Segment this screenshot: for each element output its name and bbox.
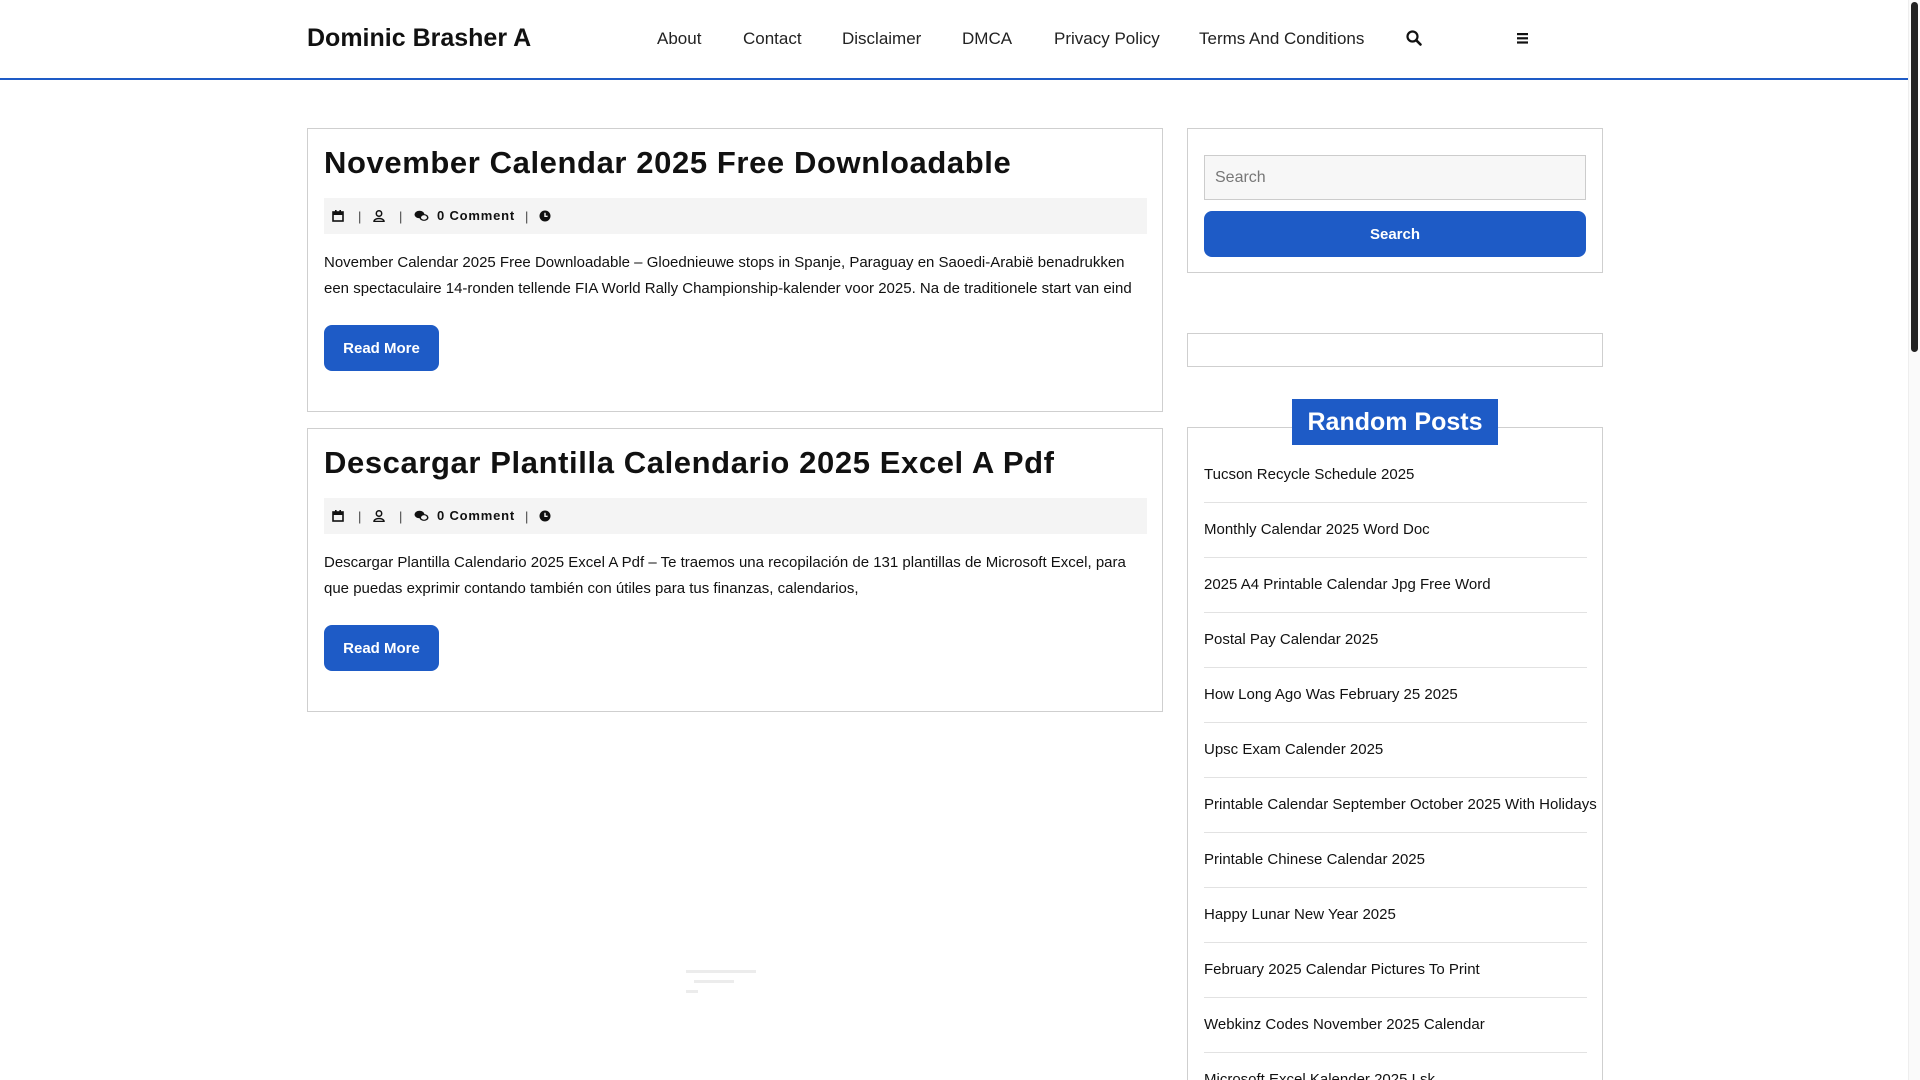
random-post-link[interactable]: Printable Chinese Calendar 2025 — [1204, 833, 1587, 888]
calendar-icon — [332, 510, 344, 522]
random-post-link[interactable]: Tucson Recycle Schedule 2025 — [1204, 448, 1587, 503]
user-icon — [373, 210, 385, 222]
post-title[interactable]: November Calendar 2025 Free Downloadable — [324, 145, 1011, 181]
post-meta: | | 0 Comment | — [324, 198, 1147, 234]
nav-item-disclaimer[interactable]: Disclaimer — [842, 29, 921, 49]
clock-icon — [539, 210, 551, 222]
comments-icon — [414, 510, 429, 521]
post-card: November Calendar 2025 Free Downloadable… — [307, 128, 1163, 412]
random-posts-list: Tucson Recycle Schedule 2025 Monthly Cale… — [1204, 448, 1597, 1080]
comment-count[interactable]: 0 Comment — [437, 208, 515, 223]
meta-separator: | — [358, 209, 363, 224]
search-icon[interactable] — [1405, 29, 1425, 49]
search-button[interactable]: Search — [1204, 211, 1586, 257]
scrollbar-thumb[interactable] — [1911, 2, 1918, 352]
meta-separator: | — [358, 509, 363, 524]
random-post-link[interactable]: Printable Calendar September October 202… — [1204, 778, 1597, 833]
random-post-link[interactable]: Postal Pay Calendar 2025 — [1204, 613, 1587, 668]
nav-item-about[interactable]: About — [657, 29, 701, 49]
random-post-link[interactable]: 2025 A4 Printable Calendar Jpg Free Word — [1204, 558, 1587, 613]
random-post-link[interactable]: February 2025 Calendar Pictures To Print — [1204, 943, 1587, 998]
random-post-link[interactable]: Upsc Exam Calender 2025 — [1204, 723, 1587, 778]
post-card: Descargar Plantilla Calendario 2025 Exce… — [307, 428, 1163, 712]
faint-watermark — [686, 970, 756, 993]
page-scrollbar[interactable] — [1908, 0, 1920, 1080]
post-excerpt: November Calendar 2025 Free Downloadable… — [324, 254, 1132, 297]
nav-item-contact[interactable]: Contact — [743, 29, 802, 49]
search-input[interactable] — [1204, 155, 1586, 200]
post-meta: | | 0 Comment | — [324, 498, 1147, 534]
hamburger-menu-icon[interactable] — [1515, 29, 1535, 49]
read-more-button[interactable]: Read More — [324, 625, 439, 671]
meta-separator: | — [399, 209, 404, 224]
site-title[interactable]: Dominic Brasher A — [307, 24, 531, 53]
nav-item-privacy-policy[interactable]: Privacy Policy — [1054, 29, 1160, 49]
search-widget: Search — [1187, 128, 1603, 273]
meta-separator: | — [525, 209, 530, 224]
nav-item-terms-and-conditions[interactable]: Terms And Conditions — [1199, 29, 1364, 49]
read-more-button[interactable]: Read More — [324, 325, 439, 371]
site-header: Dominic Brasher A About Contact Disclaim… — [0, 0, 1908, 80]
comments-icon — [414, 210, 429, 221]
random-post-link[interactable]: Webkinz Codes November 2025 Calendar — [1204, 998, 1587, 1053]
meta-separator: | — [399, 509, 404, 524]
calendar-icon — [332, 210, 344, 222]
meta-separator: | — [525, 509, 530, 524]
random-post-link[interactable]: Monthly Calendar 2025 Word Doc — [1204, 503, 1587, 558]
comment-count[interactable]: 0 Comment — [437, 508, 515, 523]
post-title[interactable]: Descargar Plantilla Calendario 2025 Exce… — [324, 445, 1055, 481]
random-posts-heading: Random Posts — [1292, 399, 1498, 445]
clock-icon — [539, 510, 551, 522]
nav-item-dmca[interactable]: DMCA — [962, 29, 1012, 49]
random-post-link[interactable]: Microsoft Excel Kalender 2025 Lsk — [1204, 1053, 1587, 1080]
random-post-link[interactable]: How Long Ago Was February 25 2025 — [1204, 668, 1587, 723]
random-post-link[interactable]: Happy Lunar New Year 2025 — [1204, 888, 1587, 943]
empty-widget — [1187, 333, 1603, 367]
user-icon — [373, 510, 385, 522]
post-excerpt: Descargar Plantilla Calendario 2025 Exce… — [324, 554, 1126, 597]
